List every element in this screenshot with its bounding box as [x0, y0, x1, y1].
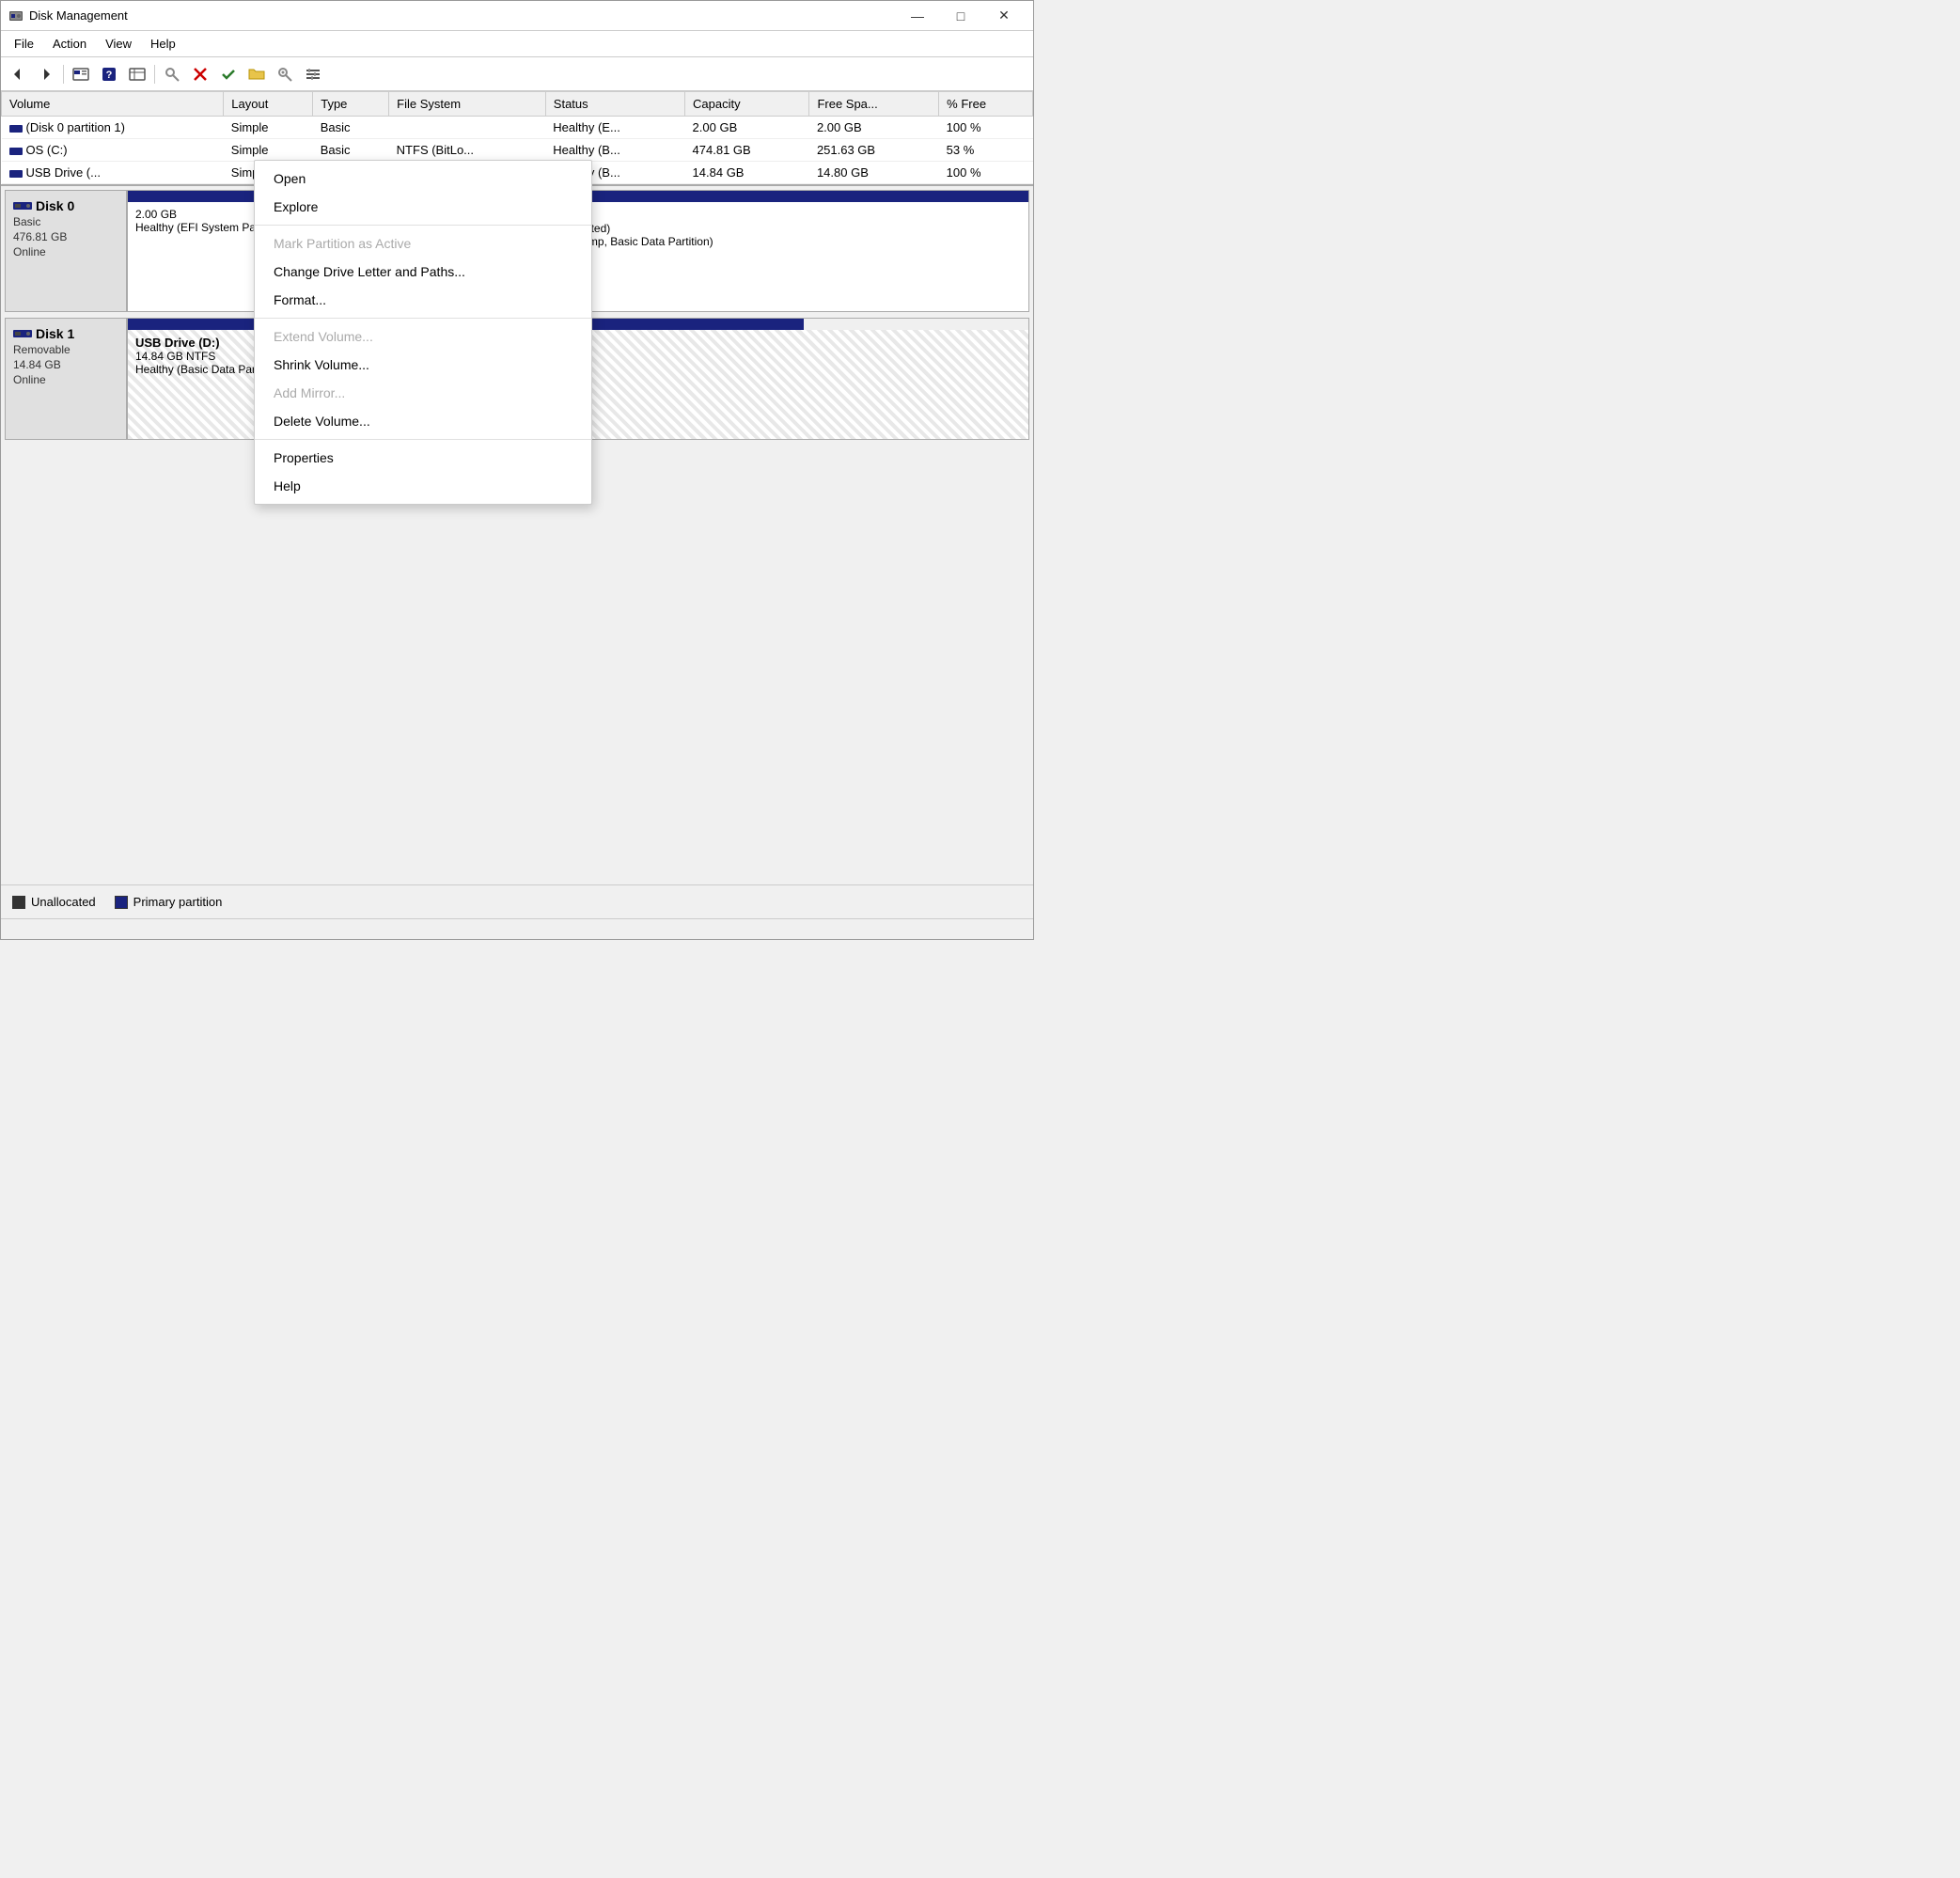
context-menu-item-extend-volume: Extend Volume... [255, 322, 591, 351]
cell-volume: (Disk 0 partition 1) [2, 117, 224, 139]
col-layout[interactable]: Layout [224, 92, 313, 117]
minimize-button[interactable]: — [896, 1, 939, 31]
context-menu-item-shrink-volume[interactable]: Shrink Volume... [255, 351, 591, 379]
disk-label-name: Disk 1 [13, 326, 118, 341]
col-status[interactable]: Status [545, 92, 684, 117]
menu-action[interactable]: Action [43, 34, 96, 54]
cell-capacity: 14.84 GB [685, 162, 809, 184]
menu-help[interactable]: Help [141, 34, 185, 54]
context-menu-item-mark-partition-as-active: Mark Partition as Active [255, 229, 591, 258]
context-menu-item-change-drive-letter-and-paths[interactable]: Change Drive Letter and Paths... [255, 258, 591, 286]
menu-bar: File Action View Help [1, 31, 1033, 57]
col-filesystem[interactable]: File System [389, 92, 546, 117]
cell-percentfree: 53 % [939, 139, 1033, 162]
disk-type: Basic [13, 215, 118, 228]
toolbar-forward[interactable] [33, 61, 59, 87]
cell-filesystem: NTFS (BitLo... [389, 139, 546, 162]
disk-label-name: Disk 0 [13, 198, 118, 213]
context-menu-item-delete-volume[interactable]: Delete Volume... [255, 407, 591, 435]
legend-primary: Primary partition [115, 895, 223, 909]
disk-size: 476.81 GB [13, 230, 118, 243]
table-row[interactable]: OS (C:) Simple Basic NTFS (BitLo... Heal… [2, 139, 1033, 162]
toolbar: ? [1, 57, 1033, 91]
col-type[interactable]: Type [313, 92, 389, 117]
disk-status: Online [13, 245, 118, 258]
disk-icon [13, 201, 32, 211]
context-menu-item-add-mirror: Add Mirror... [255, 379, 591, 407]
toolbar-folder[interactable] [243, 61, 270, 87]
col-volume[interactable]: Volume [2, 92, 224, 117]
menu-file[interactable]: File [5, 34, 43, 54]
legend-primary-label: Primary partition [133, 895, 223, 909]
disk-size: 14.84 GB [13, 358, 118, 371]
cell-layout: Simple [224, 117, 313, 139]
disk-type: Removable [13, 343, 118, 356]
context-menu-separator [255, 225, 591, 226]
context-menu-separator [255, 439, 591, 440]
toolbar-disk-properties[interactable] [68, 61, 94, 87]
cell-capacity: 474.81 GB [685, 139, 809, 162]
toolbar-sep-2 [154, 65, 155, 84]
cell-status: Healthy (E... [545, 117, 684, 139]
close-button[interactable]: ✕ [982, 1, 1026, 31]
cell-freespace: 14.80 GB [809, 162, 939, 184]
cell-type: Basic [313, 117, 389, 139]
disk-status: Online [13, 373, 118, 386]
toolbar-delete[interactable] [187, 61, 213, 87]
cell-freespace: 2.00 GB [809, 117, 939, 139]
cell-filesystem [389, 117, 546, 139]
cell-type: Basic [313, 139, 389, 162]
context-menu-item-help[interactable]: Help [255, 472, 591, 500]
title-bar-left: Disk Management [8, 8, 128, 23]
context-menu-item-explore[interactable]: Explore [255, 193, 591, 221]
toolbar-sep-1 [63, 65, 64, 84]
legend: Unallocated Primary partition [1, 884, 1033, 918]
toolbar-help[interactable]: ? [96, 61, 122, 87]
toolbar-grid[interactable] [124, 61, 150, 87]
table-row[interactable]: (Disk 0 partition 1) Simple Basic Health… [2, 117, 1033, 139]
title-bar: Disk Management — □ ✕ [1, 1, 1033, 31]
window-title: Disk Management [29, 8, 128, 23]
cell-volume: USB Drive (... [2, 162, 224, 184]
svg-text:?: ? [106, 70, 113, 81]
legend-primary-box [115, 896, 128, 909]
cell-capacity: 2.00 GB [685, 117, 809, 139]
context-menu-separator [255, 318, 591, 319]
cell-freespace: 251.63 GB [809, 139, 939, 162]
disk-icon [13, 329, 32, 338]
toolbar-key[interactable] [159, 61, 185, 87]
menu-view[interactable]: View [96, 34, 141, 54]
cell-volume: OS (C:) [2, 139, 224, 162]
legend-unallocated-label: Unallocated [31, 895, 96, 909]
col-capacity[interactable]: Capacity [685, 92, 809, 117]
cell-status: Healthy (B... [545, 139, 684, 162]
disk-label: Disk 1 Removable 14.84 GB Online [5, 318, 127, 440]
status-bar [1, 918, 1033, 939]
col-percentfree[interactable]: % Free [939, 92, 1033, 117]
maximize-button[interactable]: □ [939, 1, 982, 31]
context-menu: OpenExplore Mark Partition as ActiveChang… [254, 160, 592, 505]
app-icon [8, 8, 24, 23]
legend-unallocated: Unallocated [12, 895, 96, 909]
legend-unallocated-box [12, 896, 25, 909]
toolbar-settings[interactable] [300, 61, 326, 87]
disk-label: Disk 0 Basic 476.81 GB Online [5, 190, 127, 312]
context-menu-item-properties[interactable]: Properties [255, 444, 591, 472]
toolbar-check[interactable] [215, 61, 242, 87]
toolbar-back[interactable] [5, 61, 31, 87]
context-menu-item-open[interactable]: Open [255, 164, 591, 193]
cell-layout: Simple [224, 139, 313, 162]
toolbar-search[interactable] [272, 61, 298, 87]
col-freespace[interactable]: Free Spa... [809, 92, 939, 117]
title-controls: — □ ✕ [896, 1, 1026, 31]
cell-percentfree: 100 % [939, 162, 1033, 184]
context-menu-item-format[interactable]: Format... [255, 286, 591, 314]
cell-percentfree: 100 % [939, 117, 1033, 139]
